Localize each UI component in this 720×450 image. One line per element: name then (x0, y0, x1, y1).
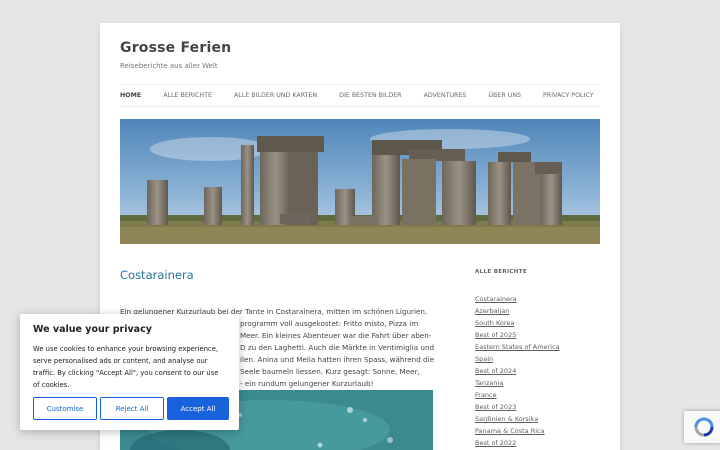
sidebar-link[interactable]: Spain (475, 355, 493, 363)
sidebar-link[interactable]: Costarainera (475, 295, 517, 303)
cookie-consent-banner: We value your privacy We use cookies to … (20, 314, 239, 430)
sidebar-link[interactable]: South Korea (475, 319, 514, 327)
list-item: Costarainera (475, 293, 600, 305)
list-item: South Korea (475, 317, 600, 329)
cookie-text: We use cookies to enhance your browsing … (33, 343, 226, 391)
accept-all-button[interactable]: Accept All (167, 397, 229, 420)
list-item: Tanzania (475, 377, 600, 389)
cookie-text-line: serve personalised ads or content, and a… (33, 357, 208, 365)
list-item: Best of 2023 (475, 401, 600, 413)
sidebar-heading: ALLE BERICHTE (475, 269, 528, 275)
list-item: Best of 2025 (475, 329, 600, 341)
nav-item-privacy-policy[interactable]: PRIVACY POLICY (543, 92, 594, 99)
header-image-stonehenge (120, 119, 600, 244)
cookie-text-line: traffic. By clicking "Accept All", you c… (33, 369, 219, 377)
sidebar-widget: ALLE BERICHTE Costarainera Azerbaijan So… (475, 269, 600, 449)
nav-item-home[interactable]: HOME (120, 92, 141, 99)
sidebar-link[interactable]: Eastern States of America (475, 343, 560, 351)
cookie-text-line: of cookies. (33, 381, 70, 389)
list-item: Eastern States of America (475, 341, 600, 353)
post-title[interactable]: Costarainera (120, 268, 194, 282)
site-description: Reiseberichte aus aller Welt (120, 62, 218, 70)
recaptcha-icon (694, 417, 714, 437)
list-item: Best of 2024 (475, 365, 600, 377)
nav-item-die-besten-bilder[interactable]: DIE BESTEN BILDER (339, 92, 401, 99)
nav-item-alle-bilder-und-karten[interactable]: ALLE BILDER UND KARTEN (234, 92, 317, 99)
site-title[interactable]: Grosse Ferien (120, 40, 231, 56)
nav-item-adventures[interactable]: ADVENTURES (424, 92, 467, 99)
nav-item-ueber-uns[interactable]: ÜBER UNS (488, 92, 521, 99)
list-item: Sardinien & Korsika (475, 413, 600, 425)
list-item: Best of 2022 (475, 437, 600, 449)
cookie-text-line: We use cookies to enhance your browsing … (33, 345, 219, 353)
sidebar-link[interactable]: Best of 2024 (475, 367, 516, 375)
main-navigation: HOME ALLE BERICHTE ALLE BILDER UND KARTE… (120, 84, 600, 107)
list-item: Panama & Costa Rica (475, 425, 600, 437)
sidebar-link[interactable]: Azerbaijan (475, 307, 509, 315)
sidebar-link[interactable]: Panama & Costa Rica (475, 427, 545, 435)
list-item: Spain (475, 353, 600, 365)
sidebar-link[interactable]: Sardinien & Korsika (475, 415, 538, 423)
customise-button[interactable]: Customise (33, 397, 97, 420)
sidebar-link[interactable]: Best of 2023 (475, 403, 516, 411)
sidebar-list: Costarainera Azerbaijan South Korea Best… (475, 293, 600, 449)
sidebar-link[interactable]: Best of 2022 (475, 439, 516, 447)
sidebar-link[interactable]: Tanzania (475, 379, 503, 387)
sidebar-link[interactable]: Best of 2025 (475, 331, 516, 339)
reject-all-button[interactable]: Reject All (100, 397, 164, 420)
recaptcha-badge[interactable] (684, 411, 720, 443)
nav-item-alle-berichte[interactable]: ALLE BERICHTE (163, 92, 212, 99)
sidebar-link[interactable]: France (475, 391, 497, 399)
list-item: France (475, 389, 600, 401)
cookie-title: We value your privacy (33, 324, 152, 335)
list-item: Azerbaijan (475, 305, 600, 317)
cookie-buttons: Customise Reject All Accept All (33, 397, 229, 420)
